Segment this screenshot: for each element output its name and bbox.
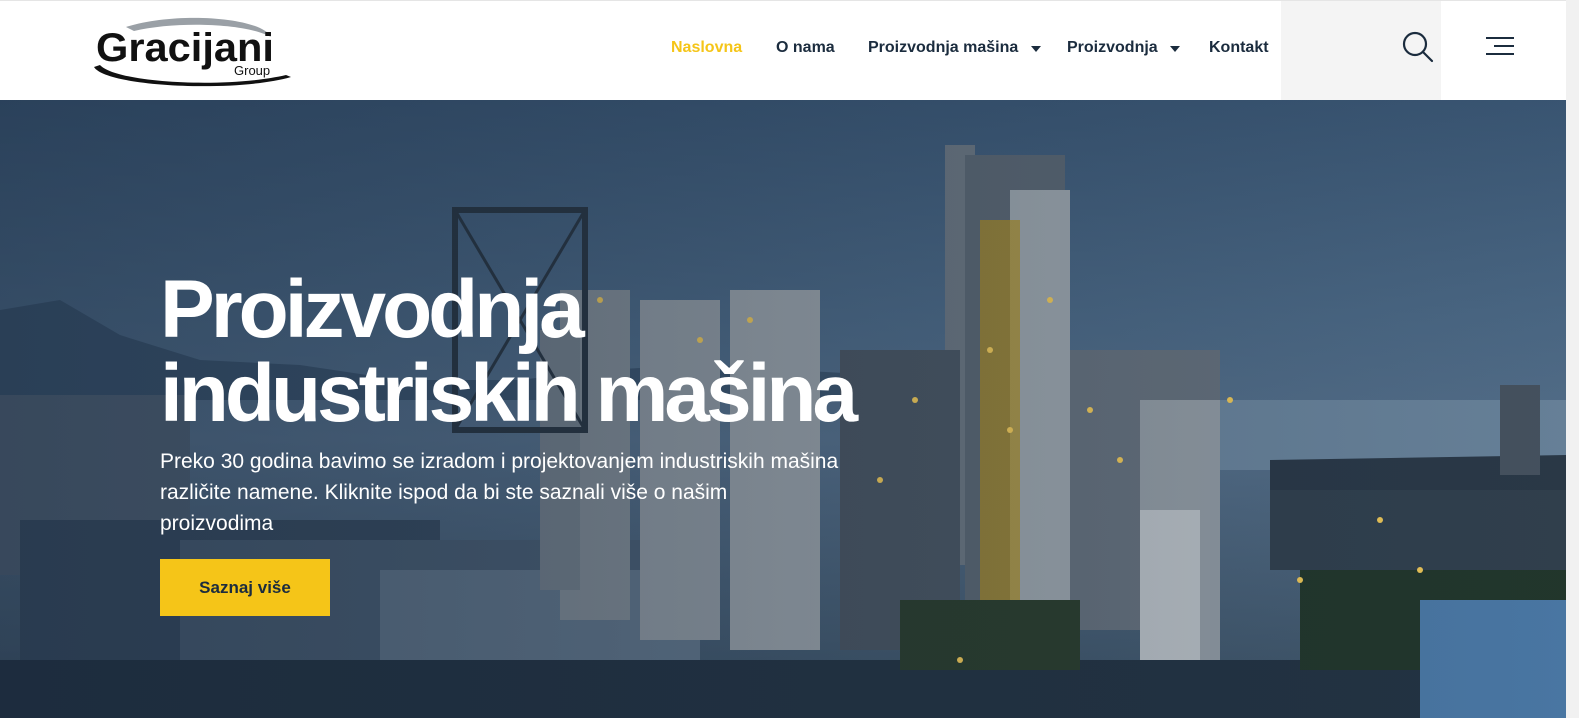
hamburger-menu-icon[interactable]	[1484, 35, 1516, 57]
site-header: Gracijani Group Naslovna O nama Proizvod…	[0, 0, 1566, 100]
brand-logo[interactable]: Gracijani Group	[86, 15, 296, 87]
logo-mark: Gracijani Group	[94, 17, 291, 87]
hero-description: Preko 30 godina bavimo se izradom i proj…	[160, 450, 839, 535]
nav-item-naslovna[interactable]: Naslovna	[671, 39, 742, 57]
hero-title-line1: Proizvodnja	[160, 264, 585, 355]
caret-down-icon	[1030, 39, 1041, 57]
nav-item-proizvodnja-masina[interactable]: Proizvodnja mašina	[868, 39, 1041, 57]
hero-title: Proizvodnja industriskih mašina	[160, 268, 920, 436]
search-icon[interactable]	[1402, 31, 1434, 63]
nav-item-proizvodnja[interactable]: Proizvodnja	[1067, 39, 1181, 57]
nav-item-label: Proizvodnja	[1067, 39, 1158, 57]
logo-subtext: Group	[234, 63, 270, 78]
nav-item-kontakt[interactable]: Kontakt	[1209, 39, 1269, 57]
caret-down-icon	[1170, 39, 1181, 57]
hero-title-line2: industriskih mašina	[160, 348, 858, 439]
nav-item-label: Proizvodnja mašina	[868, 39, 1019, 57]
nav-item-o-nama[interactable]: O nama	[776, 39, 835, 57]
learn-more-button[interactable]: Saznaj više	[160, 559, 330, 616]
scrollbar[interactable]	[1566, 0, 1579, 718]
search-area	[1281, 1, 1441, 100]
hero-section: Proizvodnja industriskih mašina Preko 30…	[0, 100, 1566, 718]
